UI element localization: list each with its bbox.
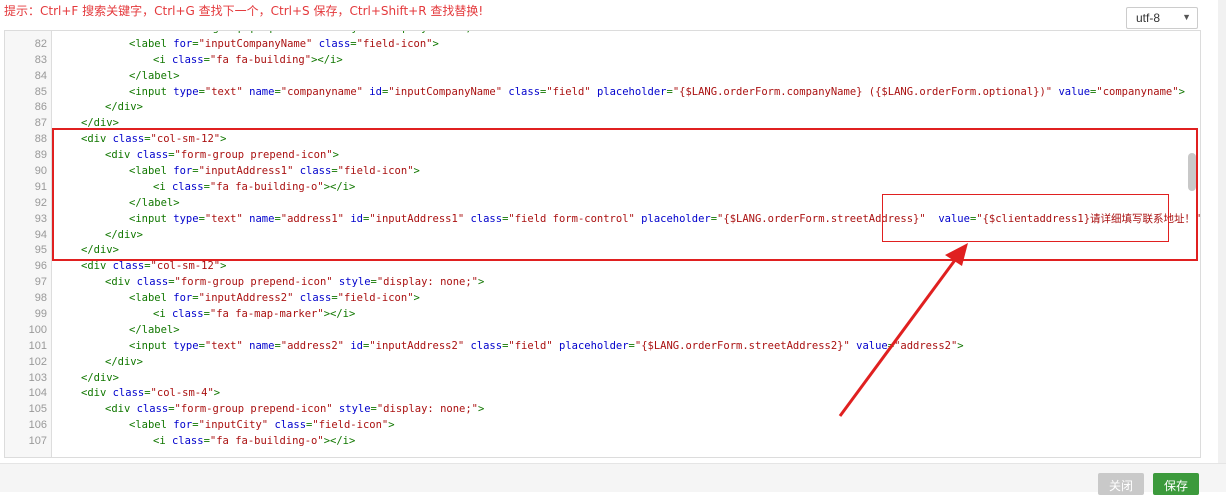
- annotation-arrow-icon: [838, 243, 968, 417]
- save-button[interactable]: 保存: [1153, 473, 1199, 495]
- dialog-footer: [0, 463, 1226, 492]
- close-button[interactable]: 关闭: [1098, 473, 1144, 495]
